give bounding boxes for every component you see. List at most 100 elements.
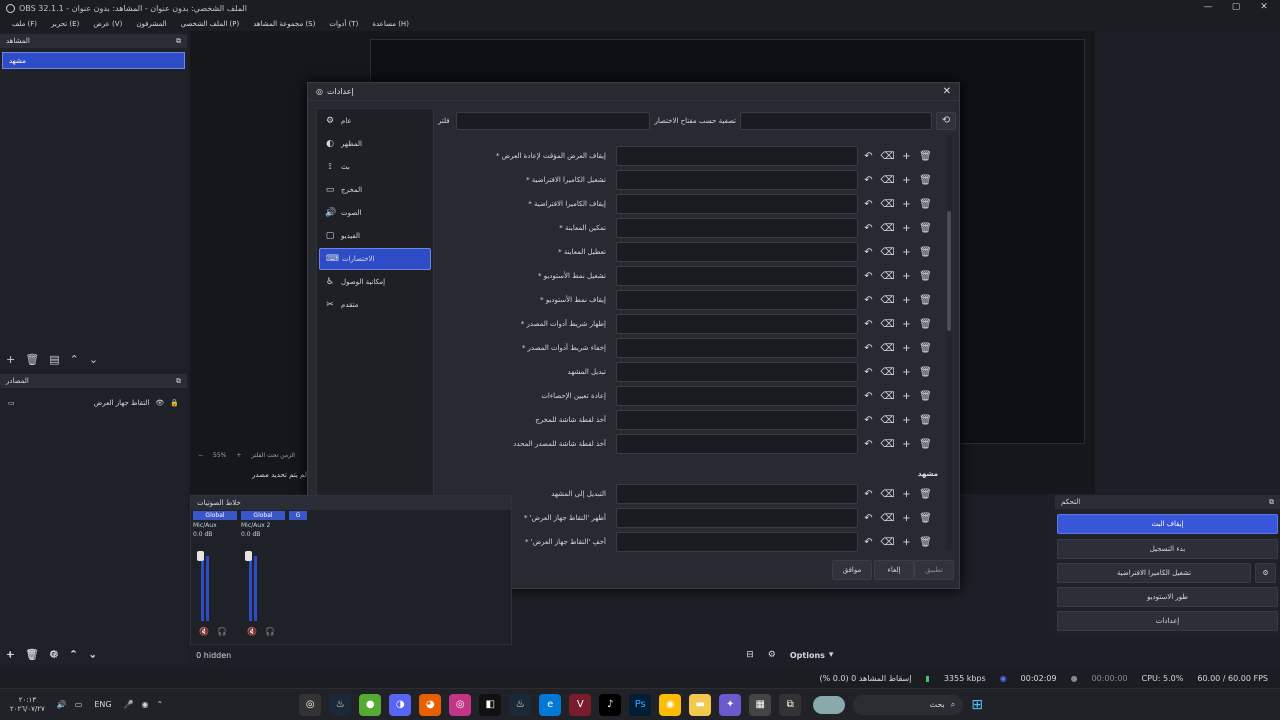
hotkey-input[interactable] [616, 532, 858, 552]
weather-widget[interactable] [813, 695, 846, 714]
steam-icon[interactable]: ♨ [329, 693, 352, 716]
add-icon[interactable]: + [898, 436, 915, 453]
clear-icon[interactable]: ⌫ [879, 486, 896, 503]
delete-icon[interactable]: 🗑 [917, 316, 934, 333]
chrome-icon[interactable]: ◉ [659, 693, 682, 716]
add-icon[interactable]: + [898, 244, 915, 261]
settings-nav-item[interactable]: ▭ المخرج [319, 179, 431, 201]
clear-icon[interactable]: ⌫ [879, 364, 896, 381]
add-icon[interactable]: + [898, 268, 915, 285]
settings-nav-item[interactable]: ⟟ بث [319, 156, 431, 178]
clear-icon[interactable]: ⌫ [879, 436, 896, 453]
hotkey-input[interactable] [616, 194, 858, 214]
delete-icon[interactable]: 🗑 [917, 292, 934, 309]
file-explorer-icon[interactable]: ▬ [689, 693, 712, 716]
clear-icon[interactable]: ⌫ [879, 534, 896, 551]
hotkeys-list[interactable]: إيقاف العرض المؤقت لإعادة العرض * ↶ ⌫ + 🗑 تشغ… [438, 135, 953, 555]
add-icon[interactable]: + [898, 364, 915, 381]
discord-icon[interactable]: ◑ [389, 693, 412, 716]
delete-icon[interactable]: 🗑 [917, 486, 934, 503]
chevron-down-icon[interactable]: ▾ [829, 650, 834, 660]
revert-icon[interactable]: ↶ [860, 148, 877, 165]
revert-icon[interactable]: ↶ [860, 292, 877, 309]
scrollbar[interactable] [946, 135, 952, 550]
clear-icon[interactable]: ⌫ [879, 292, 896, 309]
delete-icon[interactable]: 🗑 [917, 268, 934, 285]
add-icon[interactable]: + [898, 292, 915, 309]
minimize-button[interactable]: — [1194, 0, 1222, 16]
clear-icon[interactable]: ⌫ [879, 172, 896, 189]
settings-nav-item[interactable]: ⌨ الاختصارات [319, 248, 431, 270]
start-virtual-camera-button[interactable]: تشغيل الكاميرا الافتراضية [1057, 563, 1251, 583]
stop-streaming-button[interactable]: إيقاف البث [1057, 514, 1278, 534]
headphones-icon[interactable]: 🎧 [217, 627, 227, 636]
scrollbar-thumb[interactable] [947, 211, 951, 331]
add-icon[interactable]: + [898, 510, 915, 527]
filter-input[interactable] [456, 112, 650, 130]
menu-help[interactable]: مساعدة (H) [372, 20, 409, 28]
cancel-button[interactable]: إلغاء [874, 560, 914, 580]
hotkey-input[interactable] [616, 484, 858, 504]
edge-icon[interactable]: e [539, 693, 562, 716]
add-icon[interactable]: + [898, 486, 915, 503]
source-item[interactable]: ▭ التقاط جهاز العرض 👁 🔒 [0, 394, 187, 412]
settings-nav-item[interactable]: ✂ متقدم [319, 294, 431, 316]
add-icon[interactable]: + [898, 316, 915, 333]
virtual-camera-settings-icon[interactable]: ⚙ [1255, 563, 1276, 583]
delete-icon[interactable]: 🗑 [917, 220, 934, 237]
revert-icon[interactable]: ↶ [860, 486, 877, 503]
add-scene-icon[interactable]: + [6, 353, 15, 366]
hotkey-input[interactable] [616, 170, 858, 190]
revert-icon[interactable]: ↶ [860, 316, 877, 333]
add-icon[interactable]: + [898, 172, 915, 189]
close-window-button[interactable]: ✕ [1250, 0, 1278, 16]
search-box[interactable]: بحث ⌕ [853, 694, 964, 715]
add-icon[interactable]: + [898, 340, 915, 357]
delete-icon[interactable]: 🗑 [917, 534, 934, 551]
layout-icon[interactable]: ⊟ [746, 650, 754, 660]
revert-icon[interactable]: ↶ [860, 510, 877, 527]
hotkey-input[interactable] [616, 362, 858, 382]
add-icon[interactable]: + [898, 534, 915, 551]
chevron-up-icon[interactable]: ⌃ [157, 700, 164, 709]
delete-icon[interactable]: 🗑 [917, 364, 934, 381]
advanced-audio-icon[interactable]: ⚙ [768, 650, 776, 660]
add-icon[interactable]: + [898, 196, 915, 213]
revert-icon[interactable]: ↶ [860, 388, 877, 405]
close-dialog-icon[interactable]: ✕ [943, 86, 951, 97]
hotkey-input[interactable] [616, 434, 858, 454]
float-icon[interactable]: ⧉ [1269, 498, 1274, 507]
delete-icon[interactable]: 🗑 [917, 412, 934, 429]
settings-button[interactable]: إعدادات [1057, 611, 1278, 631]
settings-nav-item[interactable]: 🔊 الصوت [319, 202, 431, 224]
maximize-button[interactable]: ▢ [1222, 0, 1250, 16]
move-down-icon[interactable]: ⌄ [89, 353, 98, 366]
hotkey-input[interactable] [616, 338, 858, 358]
revert-icon[interactable]: ↶ [860, 340, 877, 357]
apply-button[interactable]: تطبيق [914, 560, 954, 580]
remove-scene-icon[interactable]: 🗑 [25, 353, 39, 366]
settings-nav-item[interactable]: ▢ الفيديو [319, 225, 431, 247]
hotkey-input[interactable] [616, 314, 858, 334]
delete-icon[interactable]: 🗑 [917, 196, 934, 213]
add-scene-icon[interactable]: + [6, 650, 14, 660]
microphone-icon[interactable]: 🎤 [124, 700, 134, 709]
add-icon[interactable]: + [898, 220, 915, 237]
revert-icon[interactable]: ↶ [860, 534, 877, 551]
revert-icon[interactable]: ↶ [860, 220, 877, 237]
clear-icon[interactable]: ⌫ [879, 244, 896, 261]
move-down-icon[interactable]: ⌄ [89, 650, 97, 660]
clear-icon[interactable]: ⌫ [879, 388, 896, 405]
float-icon[interactable]: ⧉ [176, 37, 181, 46]
mute-icon[interactable]: 🔇 [199, 627, 209, 636]
clear-icon[interactable]: ⌫ [879, 412, 896, 429]
move-up-icon[interactable]: ⌃ [69, 650, 77, 660]
settings-nav-item[interactable]: ◐ المظهر [319, 133, 431, 155]
remove-icon[interactable]: 🗑 [26, 650, 37, 660]
speaker-icon[interactable]: 🔊 [57, 700, 67, 709]
settings-nav-item[interactable]: ⚙ عام [319, 110, 431, 132]
clear-icon[interactable]: ⌫ [879, 196, 896, 213]
revert-icon[interactable]: ↶ [860, 436, 877, 453]
revert-icon[interactable]: ↶ [860, 268, 877, 285]
delete-icon[interactable]: 🗑 [917, 172, 934, 189]
